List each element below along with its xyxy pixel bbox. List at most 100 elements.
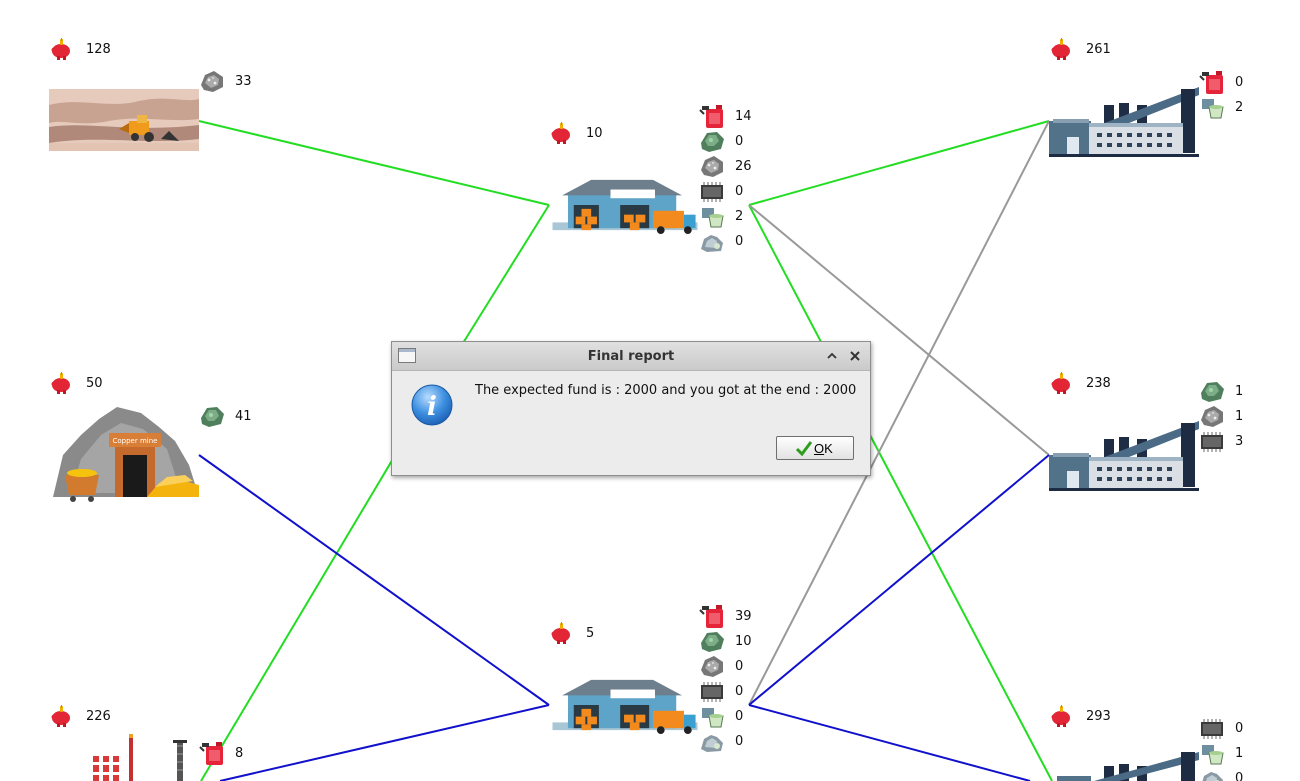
stock-item: 0 (1199, 70, 1259, 95)
stock-item: 0 (699, 704, 759, 729)
warehouse-bottom[interactable]: 5 39 10 0 0 0 0 (549, 604, 779, 759)
scrap-icon (699, 229, 725, 253)
stock-item: 0 (1199, 716, 1259, 741)
dialog-message: The expected fund is : 2000 and you got … (475, 383, 857, 398)
stock-value: 0 (735, 659, 744, 674)
dialog-body: i The expected fund is : 2000 and you go… (396, 371, 866, 470)
stock-value: 1 (1235, 746, 1244, 761)
refinery-icon (93, 734, 187, 781)
ok-button[interactable]: OK (776, 436, 854, 460)
stock-item: 33 (199, 69, 259, 94)
factory-icon (1049, 85, 1199, 157)
stock-value: 8 (235, 746, 244, 761)
link-refinery-warehouse-bottom (219, 704, 550, 781)
stock-value: 0 (735, 734, 744, 749)
factory-3[interactable]: 293 0 1 0 (1049, 704, 1279, 781)
mine-icon: Copper mine (53, 407, 199, 502)
producer-quarry[interactable]: 128 33 (49, 37, 269, 157)
factory-icon (1049, 419, 1199, 491)
producer-money: 50 (86, 376, 103, 391)
producer-money: 226 (86, 709, 111, 724)
link-warehouse-bottom-factory2 (748, 454, 1050, 706)
link-warehouse-bottom-factory3 (748, 704, 1031, 781)
stock-item: 1 (1199, 404, 1259, 429)
stock-value: 0 (735, 234, 744, 249)
factory-2[interactable]: 238 1 1 3 (1049, 371, 1279, 496)
ore-icon (699, 154, 725, 178)
stock-item: 2 (1199, 95, 1259, 120)
stock-item: 1 (1199, 741, 1259, 766)
final-report-dialog: Final report i The expected fund is : 20… (391, 341, 871, 476)
fuel-can-icon (699, 604, 725, 628)
piggy-bank-icon (49, 704, 73, 728)
warehouse-money: 5 (586, 626, 595, 641)
stock-item: 41 (199, 404, 259, 429)
stock-item: 0 (699, 229, 759, 254)
stock-item: 0 (699, 129, 759, 154)
piggy-bank-icon (1049, 37, 1073, 61)
stock-value: 0 (1235, 721, 1244, 736)
link-warehouse-top-factory1 (748, 120, 1050, 206)
stock-item: 0 (1199, 766, 1259, 781)
stock-item: 0 (699, 679, 759, 704)
piggy-bank-icon (1049, 704, 1073, 728)
piggy-bank-icon (549, 121, 573, 145)
scrap-icon (699, 729, 725, 753)
chip-icon (699, 679, 725, 703)
stock-value: 10 (735, 634, 752, 649)
chip-icon (699, 179, 725, 203)
chip-icon (1199, 716, 1225, 740)
stock-value: 26 (735, 159, 752, 174)
maximize-icon[interactable] (824, 348, 840, 364)
stock-item: 14 (699, 104, 759, 129)
stock-value: 3 (1235, 434, 1244, 449)
piggy-bank-icon (549, 621, 573, 645)
stock-item: 8 (199, 741, 259, 766)
copper-icon (699, 129, 725, 153)
stock-value: 0 (1235, 75, 1244, 90)
stock-value: 2 (1235, 100, 1244, 115)
ore-icon (199, 69, 225, 93)
stock-value: 33 (235, 74, 252, 89)
quarry-icon (49, 89, 199, 151)
factory-money: 261 (1086, 42, 1111, 57)
bucket-icon (1199, 95, 1225, 119)
stock-value: 1 (1235, 409, 1244, 424)
stock-item: 2 (699, 204, 759, 229)
chip-icon (1199, 429, 1225, 453)
stock-value: 0 (1235, 771, 1244, 781)
piggy-bank-icon (1049, 371, 1073, 395)
stock-value: 39 (735, 609, 752, 624)
piggy-bank-icon (49, 37, 73, 61)
stock-value: 0 (735, 709, 744, 724)
stock-item: 39 (699, 604, 759, 629)
fuel-can-icon (199, 741, 225, 765)
dialog-titlebar[interactable]: Final report (392, 342, 870, 371)
fuel-can-icon (699, 104, 725, 128)
producer-copper-mine[interactable]: 50 Copper mine 41 (49, 371, 269, 511)
stock-item: 0 (699, 179, 759, 204)
stock-item: 0 (699, 654, 759, 679)
stock-value: 0 (735, 684, 744, 699)
mine-sign: Copper mine (113, 437, 158, 445)
piggy-bank-icon (49, 371, 73, 395)
ore-icon (1199, 404, 1225, 428)
stock-value: 0 (735, 184, 744, 199)
factory-money: 293 (1086, 709, 1111, 724)
stock-value: 0 (735, 134, 744, 149)
stock-item: 3 (1199, 429, 1259, 454)
ok-label: OK (814, 441, 833, 456)
copper-icon (699, 629, 725, 653)
warehouse-top[interactable]: 10 14 0 26 0 2 0 (549, 104, 779, 259)
bucket-icon (1199, 741, 1225, 765)
stock-item: 26 (699, 154, 759, 179)
info-icon: i (411, 384, 453, 426)
factory-1[interactable]: 261 0 2 (1049, 37, 1279, 162)
fuel-can-icon (1199, 70, 1225, 94)
close-icon[interactable] (847, 348, 863, 364)
producer-refinery[interactable]: 226 8 (49, 704, 269, 781)
stock-item: 10 (699, 629, 759, 654)
svg-text:i: i (427, 392, 437, 422)
dialog-title: Final report (587, 349, 675, 364)
warehouse-money: 10 (586, 126, 603, 141)
